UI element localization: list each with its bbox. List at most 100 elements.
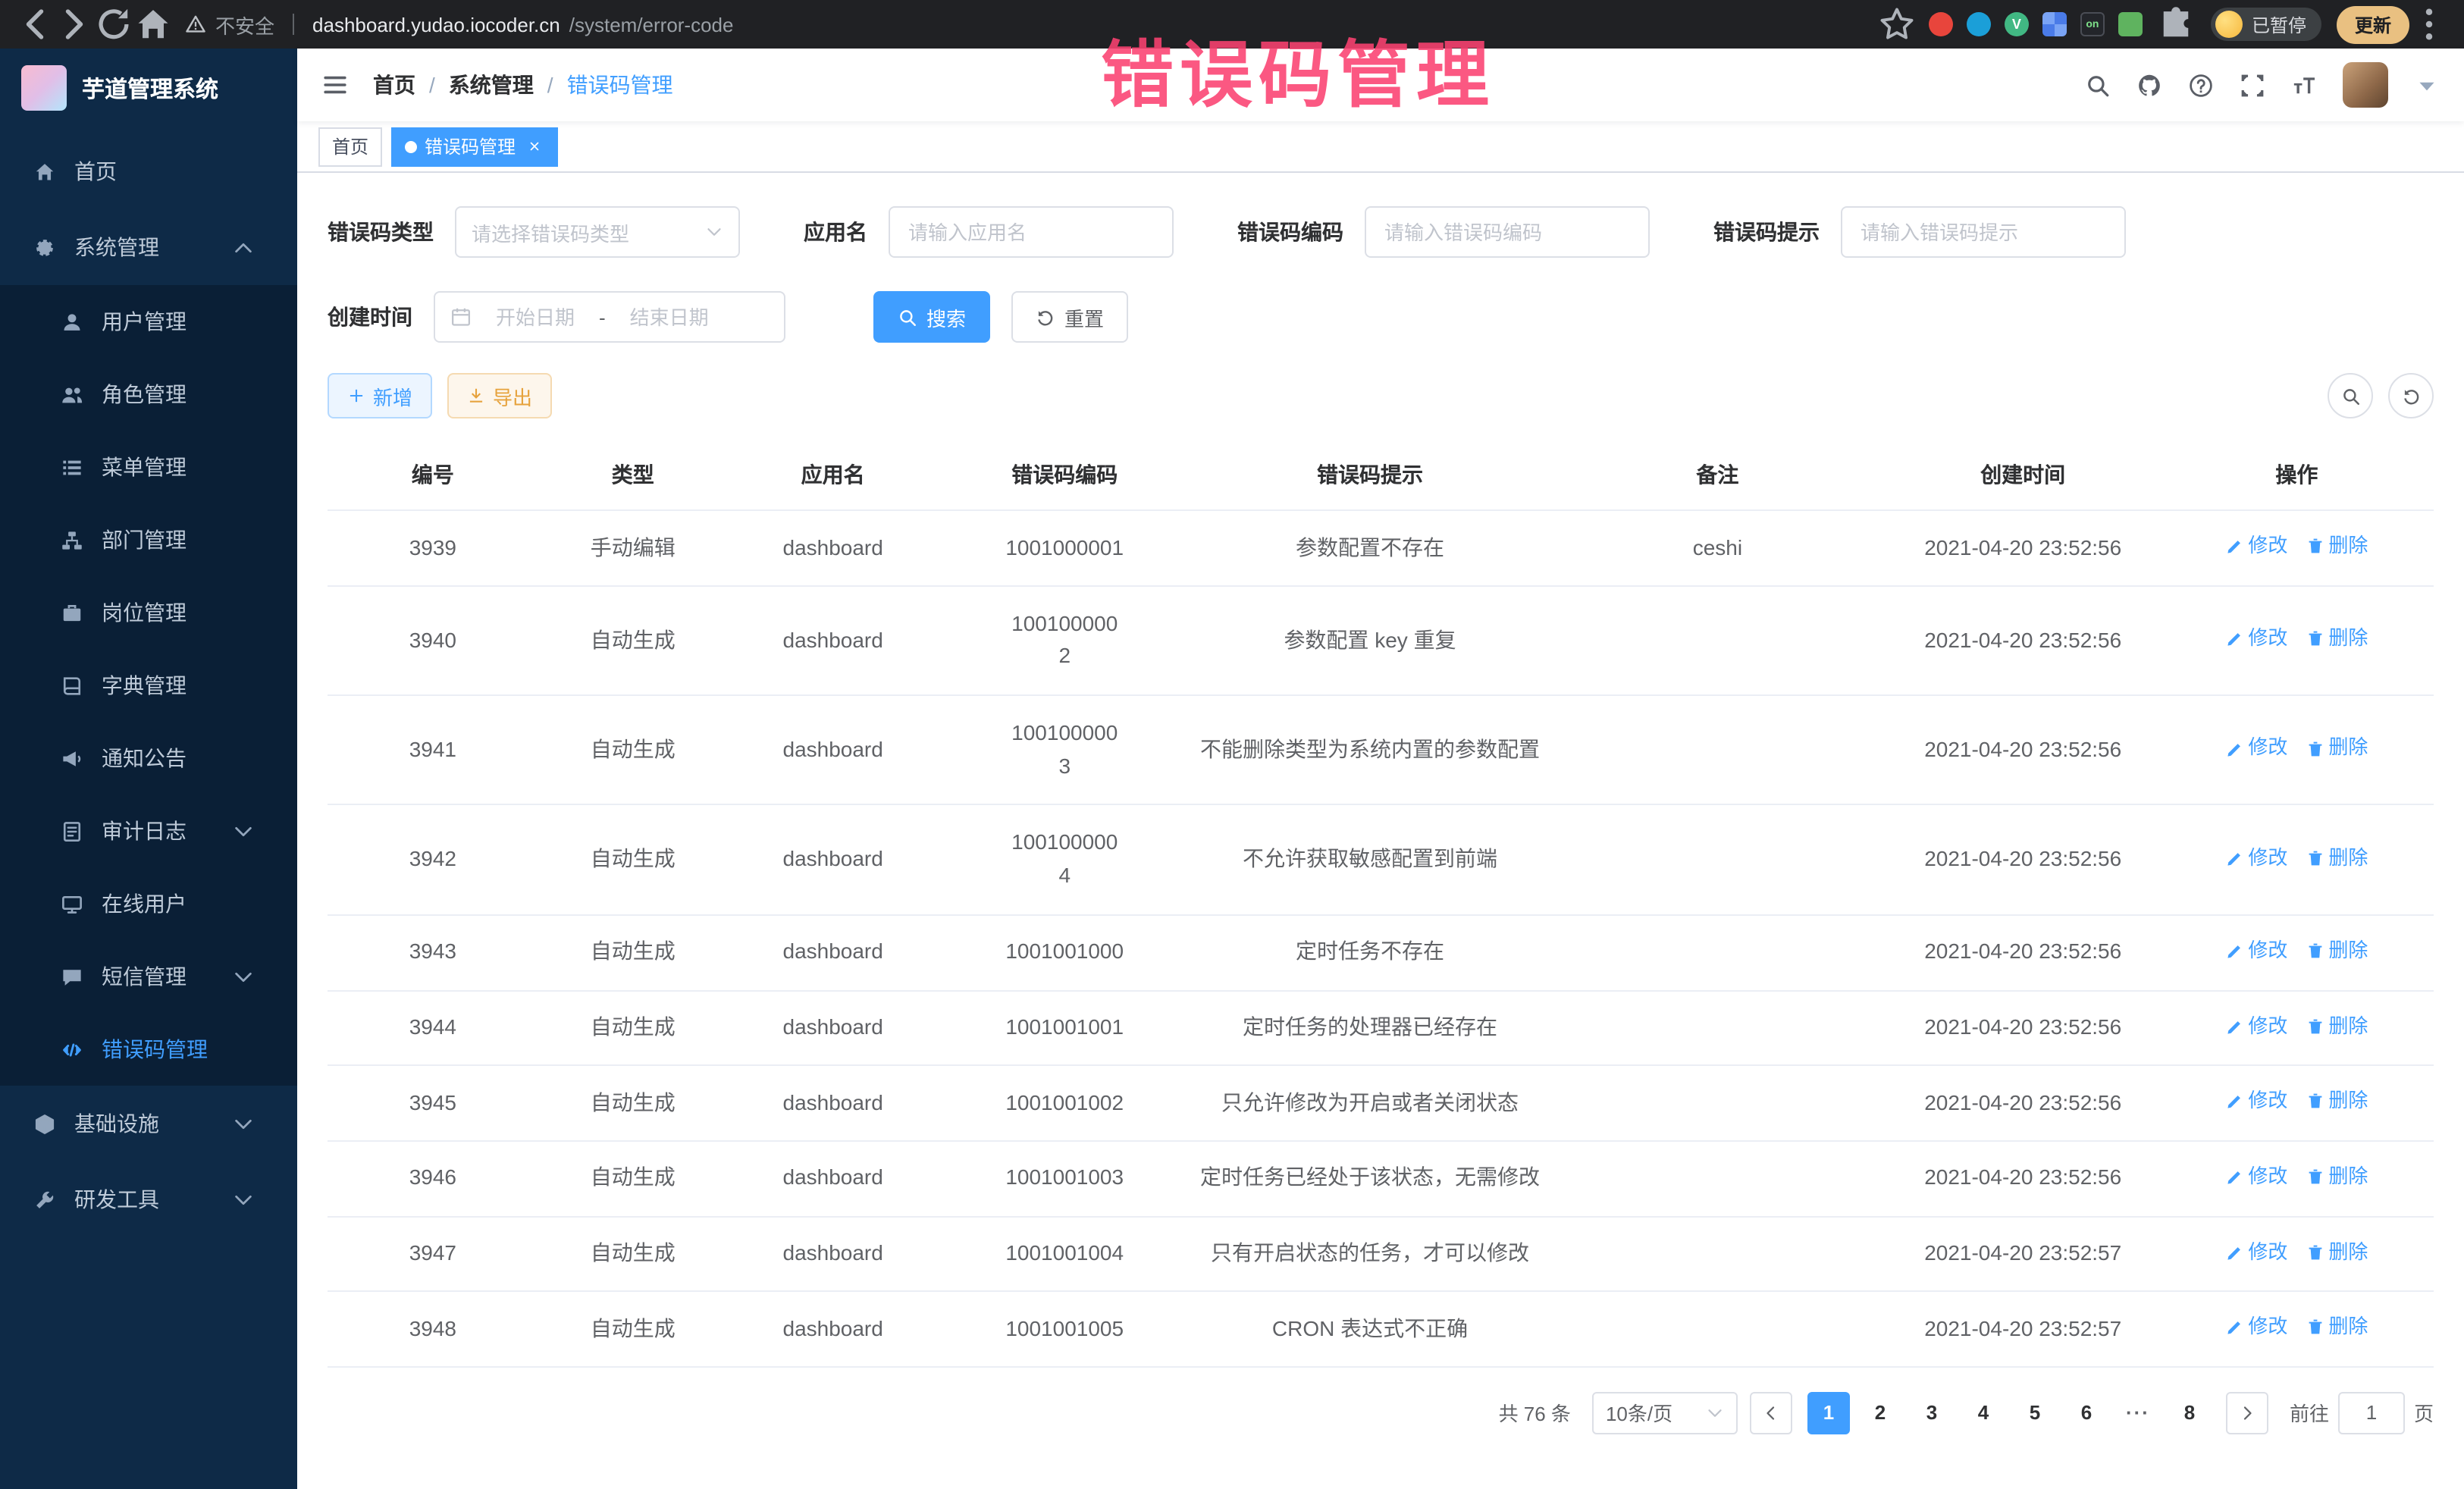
- delete-link[interactable]: 删除: [2306, 735, 2368, 762]
- help-icon[interactable]: [2188, 72, 2214, 98]
- delete-link[interactable]: 删除: [2306, 1163, 2368, 1190]
- browser-home-icon[interactable]: [133, 5, 173, 44]
- edit-link[interactable]: 修改: [2225, 1238, 2287, 1265]
- sidebar-item-11[interactable]: 在线用户: [0, 867, 297, 940]
- edit-link[interactable]: 修改: [2225, 1087, 2287, 1114]
- delete-link[interactable]: 删除: [2306, 1314, 2368, 1341]
- edit-link[interactable]: 修改: [2225, 1163, 2287, 1190]
- page-button-2[interactable]: 2: [1859, 1392, 1901, 1434]
- sidebar-item-4[interactable]: 角色管理: [0, 358, 297, 431]
- page-button-5[interactable]: 5: [2014, 1392, 2056, 1434]
- filter-input[interactable]: [889, 206, 1174, 258]
- page-button-6[interactable]: 6: [2065, 1392, 2108, 1434]
- delete-link[interactable]: 删除: [2306, 1087, 2368, 1114]
- extension-icon-red[interactable]: [1929, 12, 1953, 36]
- filter-label: 应用名: [804, 217, 867, 247]
- next-page-button[interactable]: [2226, 1392, 2268, 1434]
- extension-icon-blue[interactable]: [1967, 12, 1991, 36]
- edit-link[interactable]: 修改: [2225, 845, 2287, 872]
- address-bar[interactable]: 不安全 dashboard.yudao.iocoder.cn/system/er…: [185, 10, 1865, 39]
- sidebar-item-10[interactable]: 审计日志: [0, 795, 297, 867]
- tag-close-icon[interactable]: [523, 136, 544, 157]
- date-range-picker[interactable]: -: [434, 291, 785, 343]
- gear-icon: [33, 236, 56, 259]
- goto-page-input[interactable]: [2338, 1392, 2405, 1434]
- cell-created: 2021-04-20 23:52:56: [1886, 510, 2160, 585]
- delete-link[interactable]: 删除: [2306, 1012, 2368, 1039]
- edit-label: 修改: [2248, 1314, 2287, 1341]
- back-icon[interactable]: [15, 5, 55, 44]
- filter-input[interactable]: [1841, 206, 2126, 258]
- sidebar-item-8[interactable]: 字典管理: [0, 649, 297, 722]
- delete-link[interactable]: 删除: [2306, 937, 2368, 964]
- logo[interactable]: 芋道管理系统: [0, 49, 297, 127]
- filter-input[interactable]: [1365, 206, 1650, 258]
- start-date-input[interactable]: [479, 306, 591, 328]
- extension-icon-grid[interactable]: [2042, 12, 2067, 36]
- search-button[interactable]: 搜索: [873, 291, 990, 343]
- bookmark-star-icon[interactable]: [1877, 5, 1917, 44]
- toggle-search-button[interactable]: [2328, 373, 2373, 418]
- sidebar-item-12[interactable]: 短信管理: [0, 940, 297, 1013]
- filter-label: 错误码编码: [1237, 217, 1343, 247]
- edit-link[interactable]: 修改: [2225, 532, 2287, 560]
- sidebar-item-6[interactable]: 部门管理: [0, 503, 297, 576]
- extension-icon-vue[interactable]: V: [2005, 12, 2029, 36]
- browser-update-button[interactable]: 更新: [2337, 5, 2409, 43]
- breadcrumb-item-2[interactable]: 系统管理: [449, 70, 534, 100]
- end-date-input[interactable]: [613, 306, 726, 328]
- list-icon: [61, 456, 83, 478]
- sidebar-item-5[interactable]: 菜单管理: [0, 431, 297, 503]
- extensions-puzzle-icon[interactable]: [2156, 5, 2196, 44]
- reload-icon[interactable]: [94, 5, 133, 44]
- hamburger-icon[interactable]: [321, 71, 349, 99]
- delete-link[interactable]: 删除: [2306, 532, 2368, 560]
- sidebar-item-3[interactable]: 用户管理: [0, 285, 297, 358]
- edit-link[interactable]: 修改: [2225, 1314, 2287, 1341]
- page-size-select[interactable]: 10条/页: [1592, 1392, 1738, 1434]
- edit-link[interactable]: 修改: [2225, 625, 2287, 652]
- users-icon: [61, 383, 83, 406]
- search-icon[interactable]: [2085, 72, 2111, 98]
- extension-icon-green[interactable]: [2118, 12, 2143, 36]
- edit-link[interactable]: 修改: [2225, 1012, 2287, 1039]
- sidebar-item-9[interactable]: 通知公告: [0, 722, 297, 795]
- delete-link[interactable]: 删除: [2306, 845, 2368, 872]
- user-avatar[interactable]: [2343, 62, 2388, 108]
- sidebar-item-7[interactable]: 岗位管理: [0, 576, 297, 649]
- github-icon[interactable]: [2136, 72, 2162, 98]
- page-content: 错误码类型请选择错误码类型应用名错误码编码错误码提示 创建时间 - 搜: [297, 173, 2464, 1489]
- sidebar-item-13[interactable]: 错误码管理: [0, 1013, 297, 1086]
- tag-2[interactable]: 错误码管理: [391, 127, 558, 166]
- sidebar-item-2[interactable]: 系统管理: [0, 209, 297, 285]
- page-button-1[interactable]: 1: [1807, 1392, 1850, 1434]
- page-button-8[interactable]: 8: [2168, 1392, 2211, 1434]
- page-button-3[interactable]: 3: [1911, 1392, 1953, 1434]
- fullscreen-icon[interactable]: [2240, 72, 2265, 98]
- cell-operations: 修改删除: [2160, 510, 2434, 585]
- export-button[interactable]: 导出: [447, 373, 552, 418]
- breadcrumb-item-1[interactable]: 首页: [373, 70, 415, 100]
- caret-down-icon[interactable]: [2414, 72, 2440, 98]
- sidebar-item-14[interactable]: 基础设施: [0, 1086, 297, 1161]
- more-pages-button[interactable]: ···: [2117, 1392, 2159, 1434]
- extension-icon-switch[interactable]: on: [2080, 12, 2105, 36]
- cell-memo: [1549, 1292, 1886, 1367]
- filter-select[interactable]: 请选择错误码类型: [455, 206, 740, 258]
- refresh-table-button[interactable]: [2388, 373, 2434, 418]
- delete-link[interactable]: 删除: [2306, 1238, 2368, 1265]
- browser-profile-chip[interactable]: 已暂停: [2211, 8, 2321, 41]
- forward-icon[interactable]: [55, 5, 94, 44]
- reset-button[interactable]: 重置: [1011, 291, 1128, 343]
- font-size-icon[interactable]: [2291, 72, 2317, 98]
- tag-1[interactable]: 首页: [318, 127, 382, 166]
- edit-link[interactable]: 修改: [2225, 937, 2287, 964]
- page-button-4[interactable]: 4: [1962, 1392, 2005, 1434]
- edit-link[interactable]: 修改: [2225, 735, 2287, 762]
- prev-page-button[interactable]: [1750, 1392, 1792, 1434]
- sidebar-item-15[interactable]: 研发工具: [0, 1161, 297, 1237]
- add-button[interactable]: 新增: [328, 373, 432, 418]
- browser-menu-icon[interactable]: [2409, 5, 2449, 44]
- delete-link[interactable]: 删除: [2306, 625, 2368, 652]
- sidebar-item-1[interactable]: 首页: [0, 133, 297, 209]
